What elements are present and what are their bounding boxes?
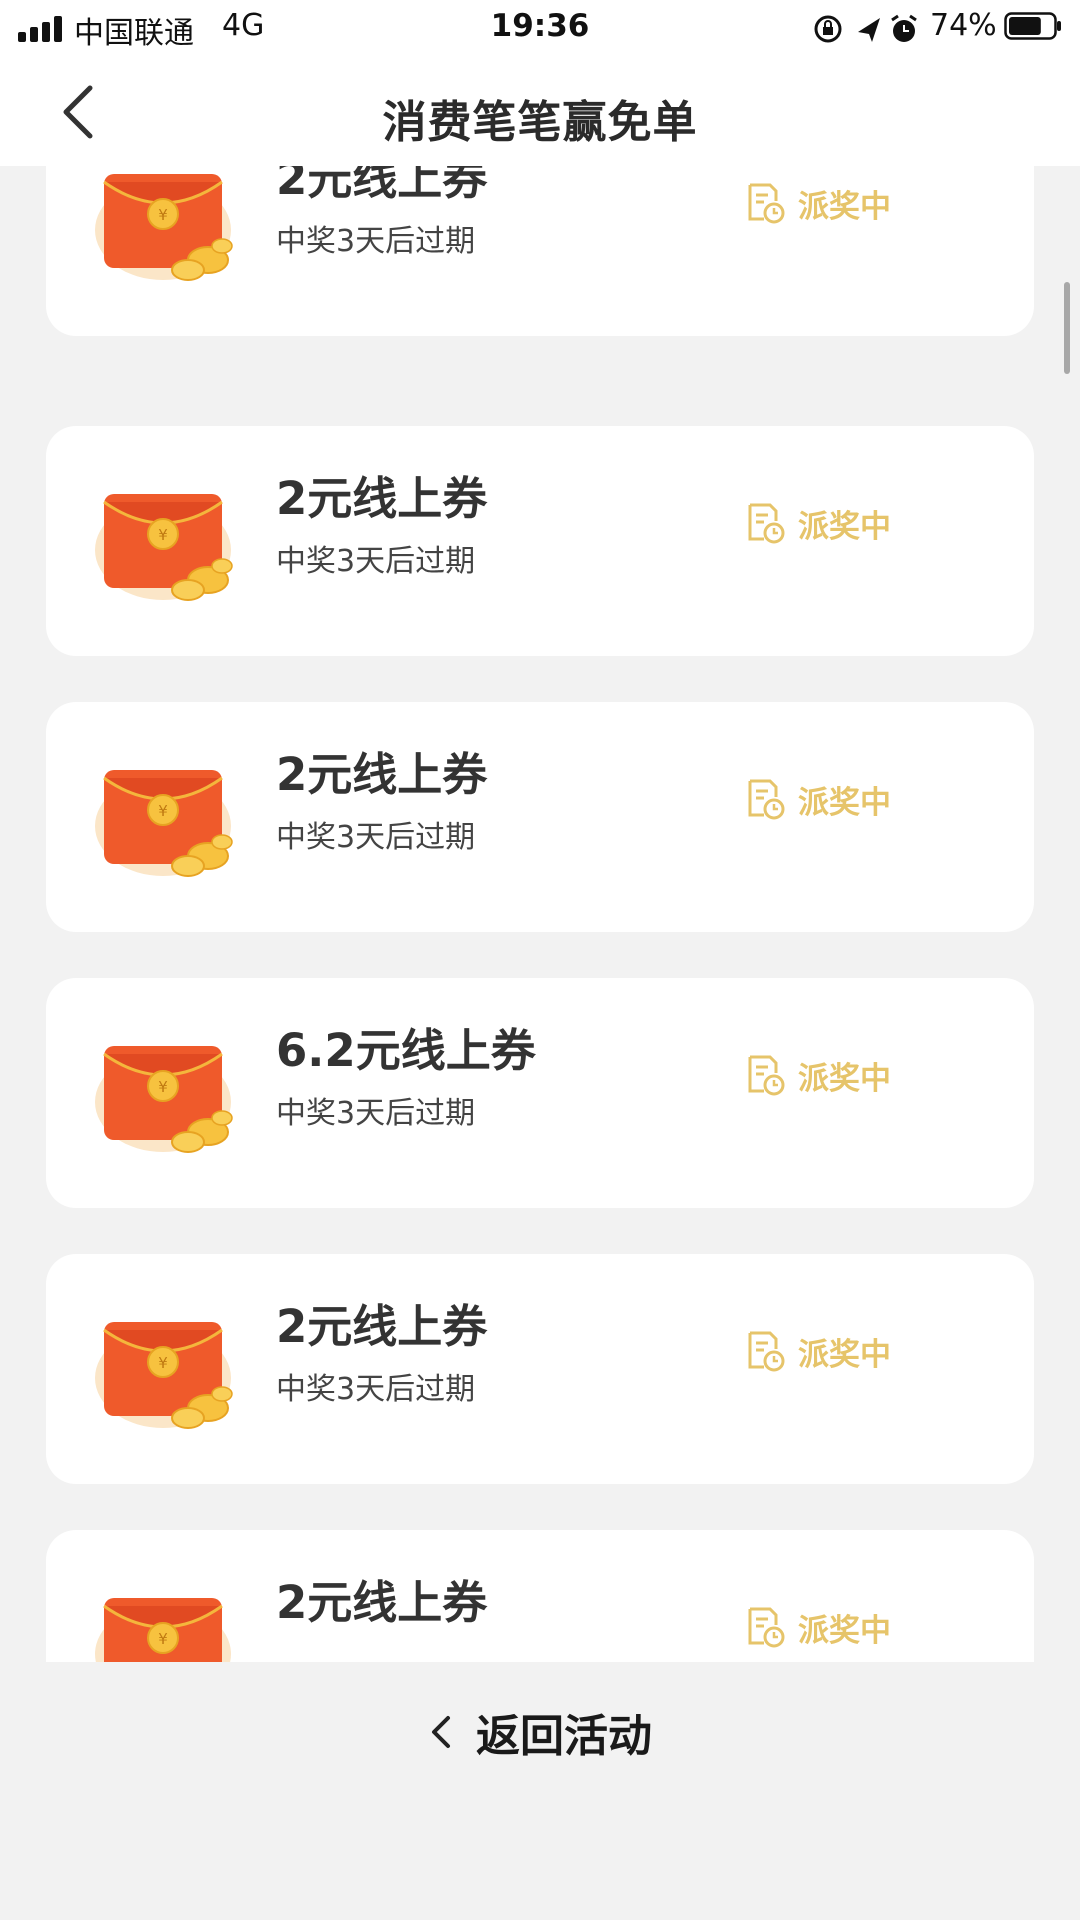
red-envelope-icon: ¥ xyxy=(90,482,236,602)
battery-icon xyxy=(1004,12,1061,40)
prize-title: 2元线上券 xyxy=(276,1300,488,1353)
award-status-icon xyxy=(748,779,785,820)
prize-status-label: 派奖中 xyxy=(798,509,891,545)
prize-expiry: 中奖3天后过期 xyxy=(276,1372,476,1407)
red-envelope-icon: ¥ xyxy=(90,1310,236,1430)
return-label: 返回活动 xyxy=(476,1711,652,1762)
prize-expiry: 中奖3天后过期 xyxy=(276,544,476,579)
battery-percent: 74% xyxy=(930,8,997,43)
prize-status-label: 派奖中 xyxy=(798,1337,891,1373)
prize-card[interactable]: ¥ 2元线上券中奖3天后过期 派奖中 xyxy=(46,166,1034,336)
prize-card[interactable]: ¥ 2元线上券中奖3天后过期 派奖中 xyxy=(46,1254,1034,1484)
award-status-icon xyxy=(748,183,785,224)
chevron-left-icon xyxy=(432,1716,450,1748)
red-envelope-icon: ¥ xyxy=(90,166,236,282)
svg-text:¥: ¥ xyxy=(158,802,168,820)
prize-expiry: 中奖3天后过期 xyxy=(276,1096,476,1131)
prize-title: 2元线上券 xyxy=(276,472,488,525)
red-envelope-icon: ¥ xyxy=(90,1586,236,1662)
prize-title: 2元线上券 xyxy=(276,1576,488,1629)
red-envelope-icon: ¥ xyxy=(90,758,236,878)
svg-text:¥: ¥ xyxy=(158,1630,168,1648)
prize-status-label: 派奖中 xyxy=(798,1613,891,1649)
status-bar: 中国联通 4G 19:36 74% xyxy=(0,0,1080,56)
red-envelope-icon: ¥ xyxy=(90,1034,236,1154)
prize-card[interactable]: ¥ 2元线上券中奖3天后过期 派奖中 xyxy=(46,426,1034,656)
svg-text:¥: ¥ xyxy=(158,206,168,224)
page-title: 消费笔笔赢免单 xyxy=(382,97,698,148)
rotation-lock-icon xyxy=(814,15,842,43)
prize-status-label: 派奖中 xyxy=(798,785,891,821)
prize-card[interactable]: ¥ 2元线上券 派奖中 xyxy=(46,1530,1034,1662)
svg-text:¥: ¥ xyxy=(158,526,168,544)
return-to-activity-button[interactable]: 返回活动 xyxy=(0,1700,1080,1762)
nav-bar: 消费笔笔赢免单 xyxy=(0,56,1080,166)
prize-title: 2元线上券 xyxy=(276,748,488,801)
award-status-icon xyxy=(748,1607,785,1648)
prize-card[interactable]: ¥ 2元线上券中奖3天后过期 派奖中 xyxy=(46,702,1034,932)
award-status-icon xyxy=(748,1055,785,1096)
prize-card[interactable]: ¥ 6.2元线上券中奖3天后过期 派奖中 xyxy=(46,978,1034,1208)
prize-expiry: 中奖3天后过期 xyxy=(276,820,476,855)
status-icons xyxy=(814,14,917,43)
prize-expiry: 中奖3天后过期 xyxy=(276,224,476,259)
prize-list[interactable]: ¥ 2元线上券 中奖3天后过期 派奖中 ¥ 2元线上券 中奖3天后过期 派奖中 ¥ … xyxy=(0,166,1080,1662)
svg-text:¥: ¥ xyxy=(158,1354,168,1372)
award-status-icon xyxy=(748,1331,785,1372)
prize-status-label: 派奖中 xyxy=(798,1061,891,1097)
prize-title: 6.2元线上券 xyxy=(276,1024,536,1077)
prize-title: 2元线上券 xyxy=(276,166,488,205)
prize-status-label: 派奖中 xyxy=(798,189,891,225)
alarm-icon xyxy=(891,14,917,42)
award-status-icon xyxy=(748,503,785,544)
svg-text:¥: ¥ xyxy=(158,1078,168,1096)
scrollbar[interactable] xyxy=(1064,282,1070,374)
location-icon xyxy=(858,18,880,42)
